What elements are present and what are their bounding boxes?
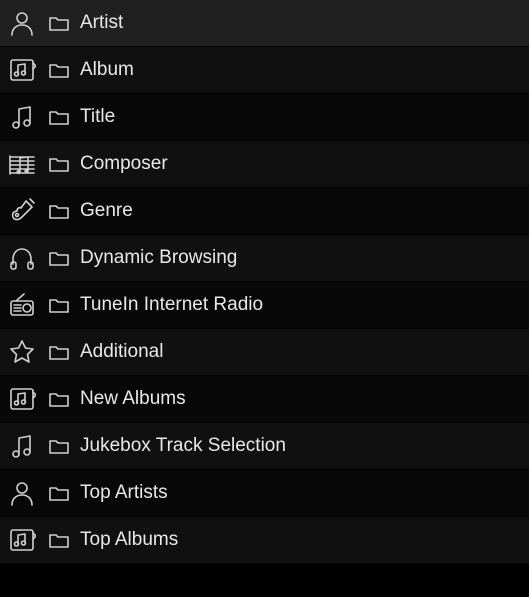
radio-icon: [6, 289, 38, 321]
folder-icon: [46, 480, 72, 506]
album-icon: [6, 54, 38, 86]
folder-icon: [46, 245, 72, 271]
star-icon: [6, 336, 38, 368]
menu-item-composer[interactable]: Composer: [0, 141, 529, 188]
menu-item-tunein[interactable]: TuneIn Internet Radio: [0, 282, 529, 329]
album-icon: [6, 524, 38, 556]
menu-item-artist[interactable]: Artist: [0, 0, 529, 47]
menu-item-label: Artist: [80, 12, 123, 34]
folder-icon: [46, 386, 72, 412]
menu-item-label: Top Albums: [80, 529, 178, 551]
guitar-icon: [6, 195, 38, 227]
navigation-list: Artist Album Title Composer Genre Dynami…: [0, 0, 529, 564]
menu-item-title[interactable]: Title: [0, 94, 529, 141]
folder-icon: [46, 292, 72, 318]
folder-icon: [46, 151, 72, 177]
menu-item-label: TuneIn Internet Radio: [80, 294, 263, 316]
menu-item-top-albums[interactable]: Top Albums: [0, 517, 529, 564]
folder-icon: [46, 10, 72, 36]
menu-item-new-albums[interactable]: New Albums: [0, 376, 529, 423]
menu-item-label: Dynamic Browsing: [80, 247, 237, 269]
menu-item-label: Genre: [80, 200, 133, 222]
album-icon: [6, 383, 38, 415]
menu-item-label: Additional: [80, 341, 163, 363]
menu-item-dynamic-browsing[interactable]: Dynamic Browsing: [0, 235, 529, 282]
menu-item-album[interactable]: Album: [0, 47, 529, 94]
person-icon: [6, 7, 38, 39]
menu-item-label: Composer: [80, 153, 168, 175]
folder-icon: [46, 104, 72, 130]
menu-item-label: Album: [80, 59, 134, 81]
folder-icon: [46, 527, 72, 553]
composer-icon: [6, 148, 38, 180]
menu-item-top-artists[interactable]: Top Artists: [0, 470, 529, 517]
menu-item-label: Title: [80, 106, 115, 128]
menu-item-jukebox[interactable]: Jukebox Track Selection: [0, 423, 529, 470]
note-icon: [6, 101, 38, 133]
folder-icon: [46, 198, 72, 224]
menu-item-label: New Albums: [80, 388, 186, 410]
folder-icon: [46, 433, 72, 459]
menu-item-label: Jukebox Track Selection: [80, 435, 286, 457]
note-icon: [6, 430, 38, 462]
menu-item-genre[interactable]: Genre: [0, 188, 529, 235]
menu-item-additional[interactable]: Additional: [0, 329, 529, 376]
person-icon: [6, 477, 38, 509]
menu-item-label: Top Artists: [80, 482, 168, 504]
folder-icon: [46, 57, 72, 83]
folder-icon: [46, 339, 72, 365]
headphones-icon: [6, 242, 38, 274]
